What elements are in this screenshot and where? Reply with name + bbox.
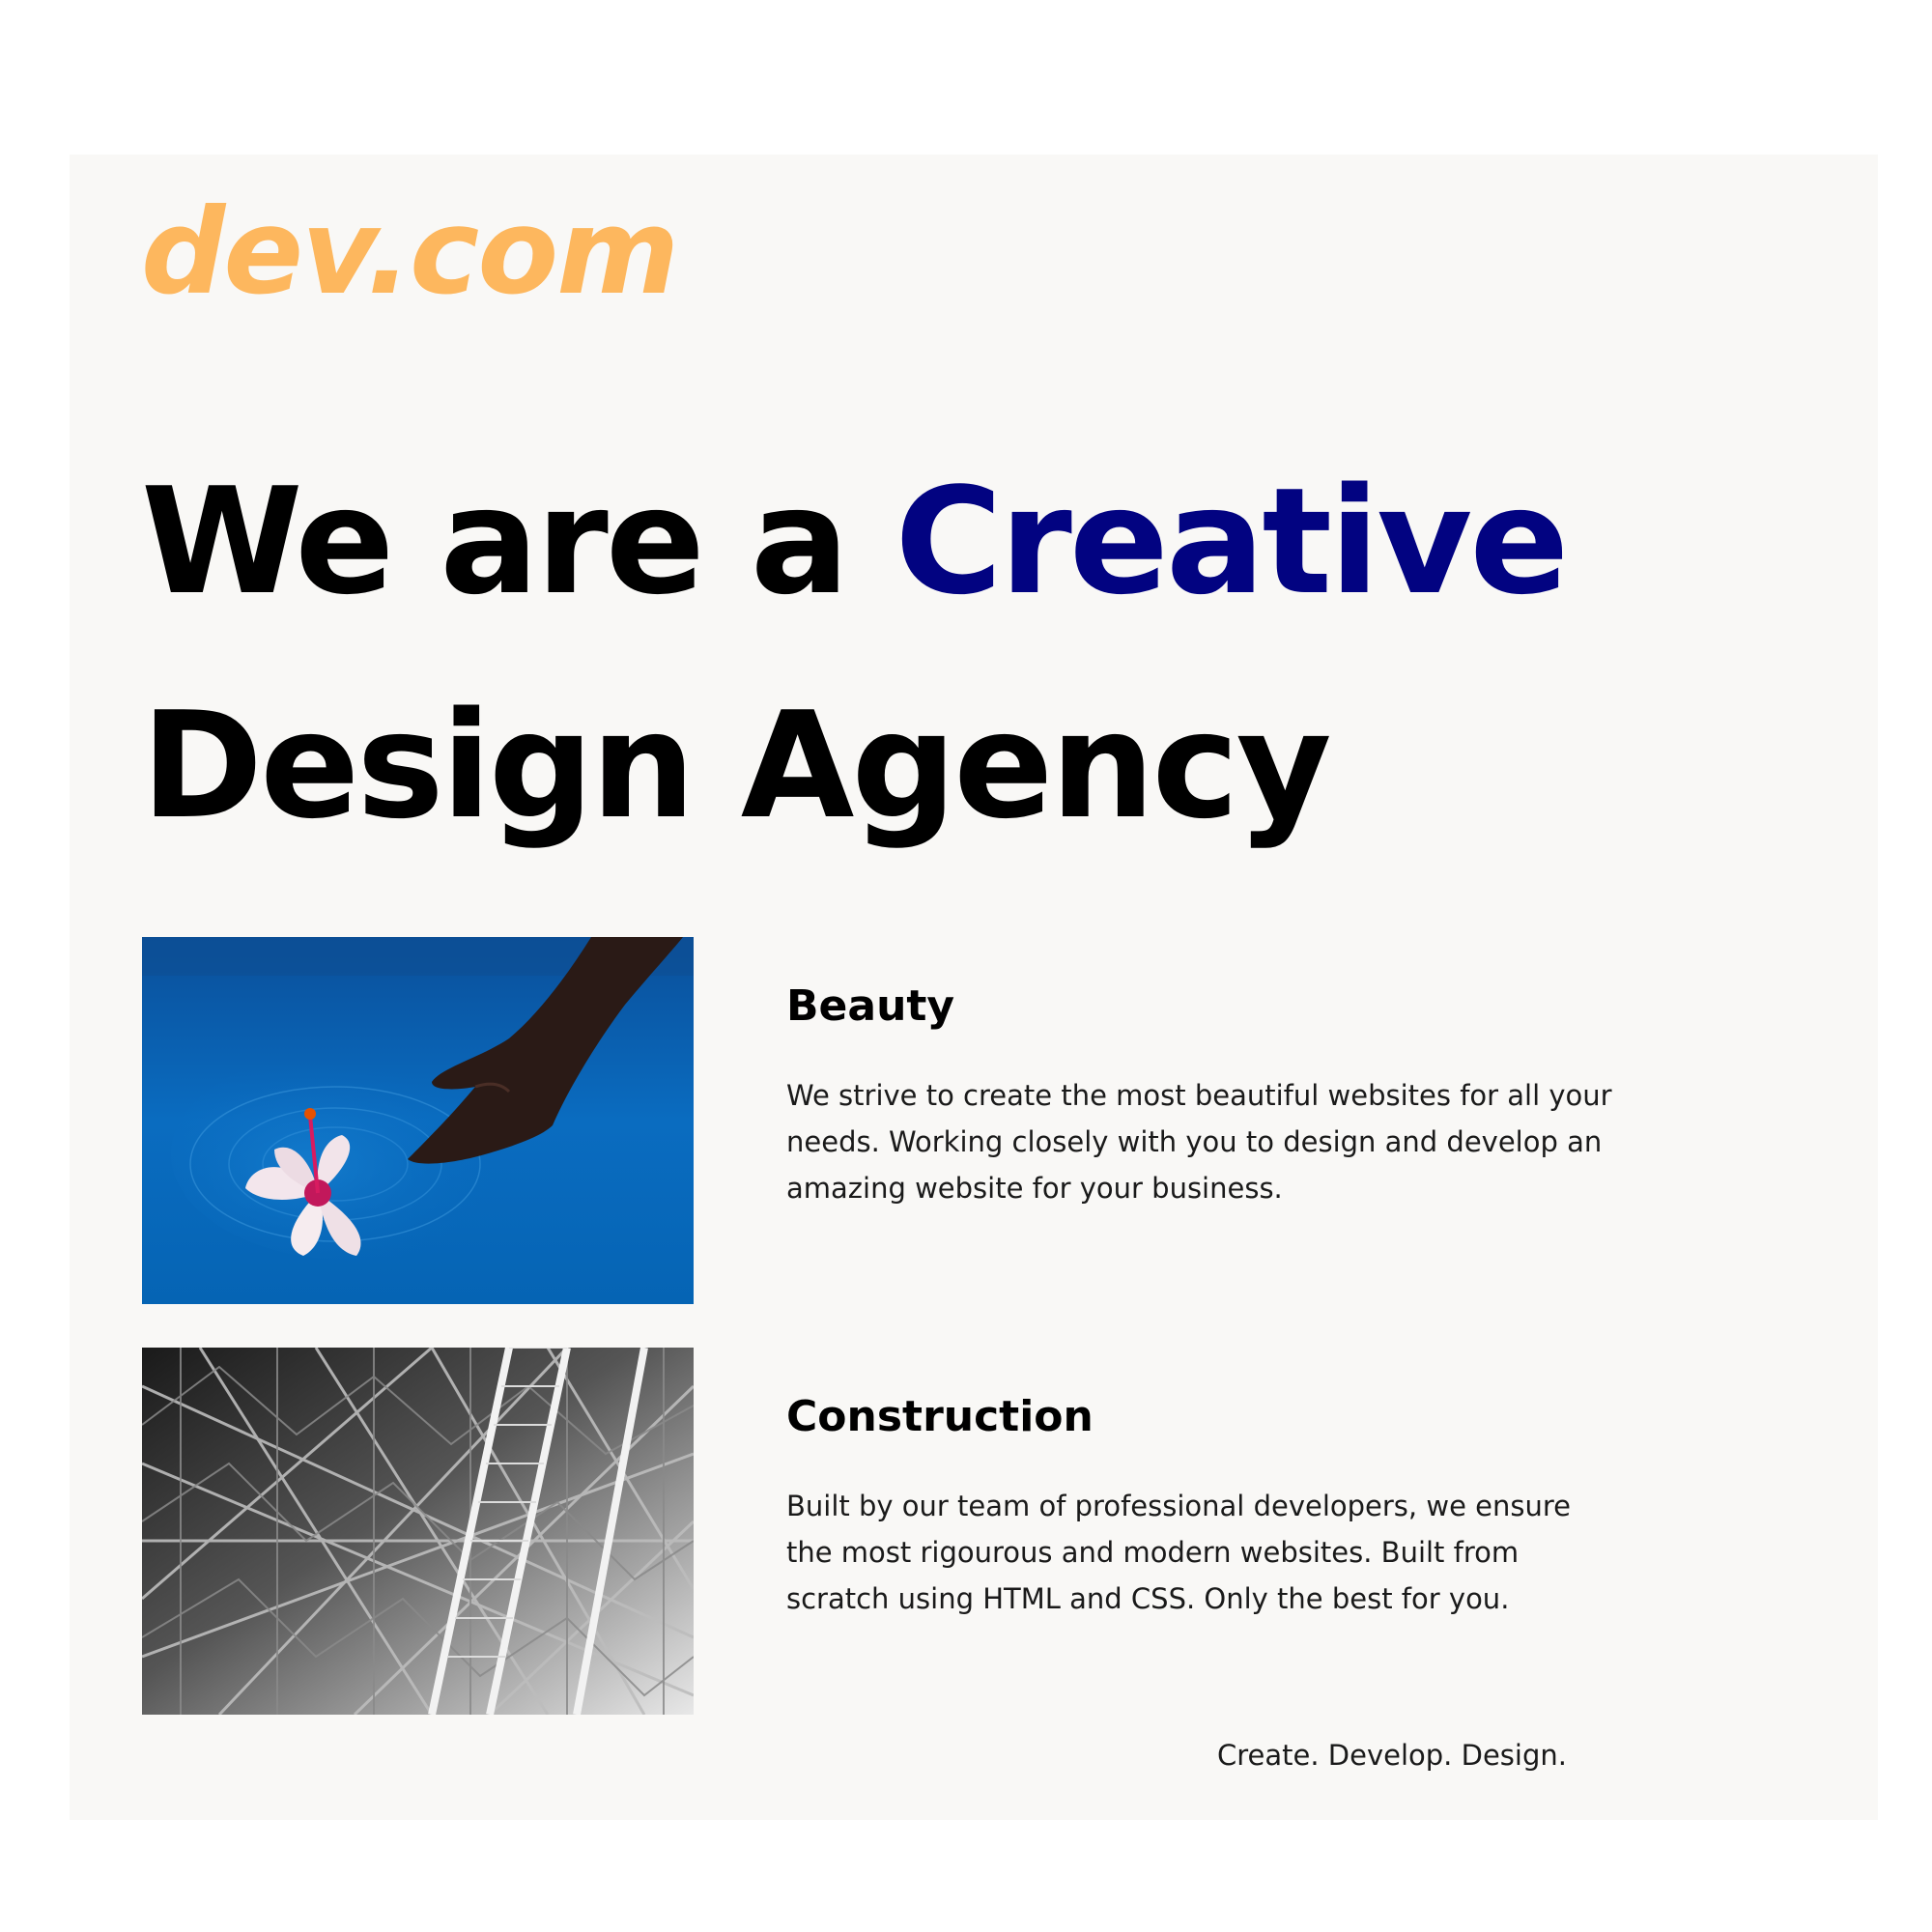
beauty-image [142,937,694,1304]
construction-image [142,1348,694,1715]
hero-line1-prefix: We are a [141,456,895,627]
hero-headline: We are a Creative Design Agency [141,430,1569,878]
flower-on-water-photo [142,937,694,1304]
feature-text-beauty: We strive to create the most beautiful w… [786,1079,1612,1205]
feature-text-construction: Built by our team of professional develo… [786,1490,1571,1615]
steel-structure-photo [142,1348,694,1715]
footer-tagline: Create. Develop. Design. [1217,1739,1567,1772]
page-container: dev.com We are a Creative Design Agency [70,155,1878,1820]
feature-title-beauty: Beauty [786,981,955,1031]
logo[interactable]: dev.com [141,193,679,311]
hero-line2: Design Agency [141,680,1332,851]
hero-line1-accent: Creative [895,456,1569,627]
feature-title-construction: Construction [786,1392,1094,1441]
